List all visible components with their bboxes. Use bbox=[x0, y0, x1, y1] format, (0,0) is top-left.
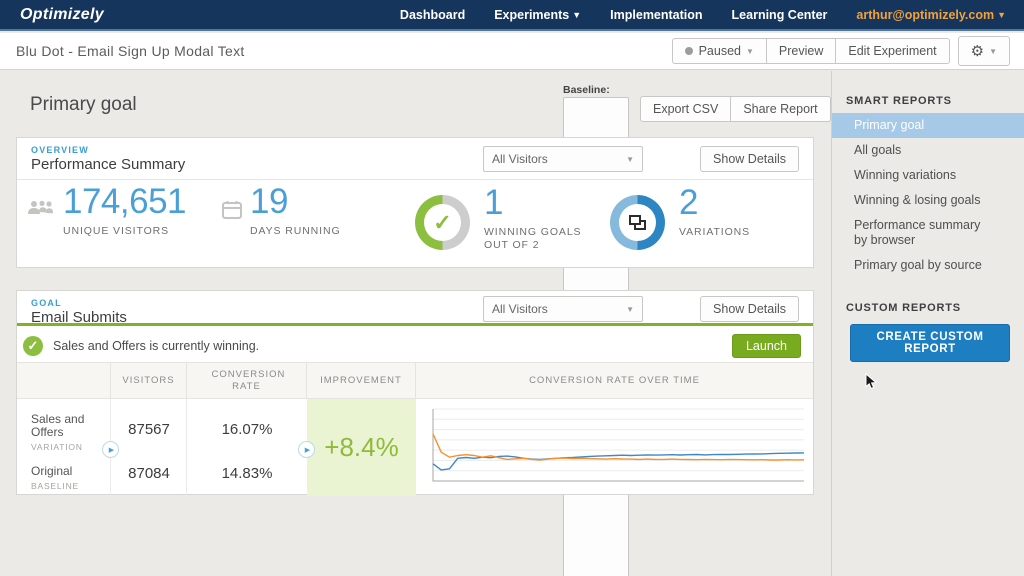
days-running-value: 19 bbox=[250, 182, 288, 221]
sidebar-item-performance-by-browser[interactable]: Performance summary by browser bbox=[832, 213, 1024, 253]
nav-implementation[interactable]: Implementation bbox=[610, 8, 702, 22]
improvement-cell: +8.4% bbox=[307, 399, 416, 496]
experiment-toolbar: Blu Dot - Email Sign Up Modal Text Pause… bbox=[0, 33, 1024, 70]
preview-button[interactable]: Preview bbox=[765, 38, 836, 64]
create-custom-report-button[interactable]: CREATE CUSTOM REPORT bbox=[850, 324, 1010, 362]
top-nav: Optimizely Dashboard Experiments ▼ Implem… bbox=[0, 0, 1024, 31]
goal-kicker: GOAL bbox=[31, 298, 62, 308]
overview-panel-header: OVERVIEW Performance Summary All Visitor… bbox=[17, 138, 813, 180]
overview-kicker: OVERVIEW bbox=[31, 145, 89, 155]
sidebar-item-primary-goal-by-source[interactable]: Primary goal by source bbox=[832, 253, 1024, 278]
winner-banner: ✓ Sales and Offers is currently winning.… bbox=[17, 329, 813, 363]
settings-gear-button[interactable]: ⚙ ▼ bbox=[957, 36, 1010, 66]
chevron-down-icon: ▼ bbox=[746, 47, 754, 56]
mouse-cursor bbox=[865, 372, 878, 396]
results-table-header: VISITORS CONVERSION RATE IMPROVEMENT CON… bbox=[17, 363, 813, 399]
people-icon bbox=[27, 200, 55, 238]
column-header-visitors: VISITORS bbox=[111, 363, 187, 399]
table-row-variation-name: Sales and Offers VARIATION bbox=[31, 413, 111, 454]
launch-button[interactable]: Launch bbox=[731, 333, 801, 358]
variation-visitors-value: 87567 bbox=[128, 421, 170, 438]
variations-stat: 2 VARIATIONS bbox=[610, 183, 799, 250]
results-table: VISITORS CONVERSION RATE IMPROVEMENT CON… bbox=[17, 363, 813, 496]
unique-visitors-value: 174,651 bbox=[63, 182, 187, 221]
unique-visitors-label: UNIQUE VISITORS bbox=[63, 225, 170, 237]
chevron-down-icon: ▼ bbox=[572, 9, 582, 20]
variations-donut bbox=[610, 195, 665, 250]
variations-value: 2 bbox=[679, 183, 698, 222]
chevron-down-icon: ▼ bbox=[626, 154, 634, 164]
days-running-stat: 19 DAYS RUNNING bbox=[222, 182, 341, 238]
nav-items: Dashboard Experiments ▼ Implementation Le… bbox=[400, 8, 1006, 22]
goal-show-details-button[interactable]: Show Details bbox=[700, 296, 799, 322]
optimizely-logo: Optimizely bbox=[20, 5, 104, 23]
column-header-conversion-rate: CONVERSION RATE bbox=[187, 363, 307, 399]
winning-goals-stat: ✓ 1 WINNING GOALS OUT OF 2 bbox=[415, 183, 604, 252]
chevron-down-icon: ▼ bbox=[626, 304, 634, 314]
baseline-visitors-value: 87084 bbox=[128, 465, 170, 482]
expand-visitors-button[interactable]: ▶ bbox=[102, 441, 119, 458]
check-icon: ✓ bbox=[433, 209, 452, 235]
unique-visitors-stat: 174,651 UNIQUE VISITORS bbox=[27, 182, 187, 238]
baseline-tag: BASELINE bbox=[31, 481, 79, 491]
sidebar-item-all-goals[interactable]: All goals bbox=[832, 138, 1024, 163]
days-running-label: DAYS RUNNING bbox=[250, 225, 341, 237]
experiment-title: Blu Dot - Email Sign Up Modal Text bbox=[16, 43, 245, 59]
trend-line-chart-svg bbox=[432, 408, 805, 482]
page-title: Primary goal bbox=[30, 94, 137, 115]
winning-goals-value: 1 bbox=[484, 183, 503, 222]
overview-segment-select[interactable]: All Visitors ▼ bbox=[483, 146, 643, 172]
variation-conversion-rate-value: 16.07% bbox=[221, 421, 273, 438]
gear-icon: ⚙ bbox=[970, 43, 985, 60]
nav-learning-center[interactable]: Learning Center bbox=[732, 8, 828, 22]
winning-goals-donut: ✓ bbox=[415, 195, 470, 250]
reports-sidebar: SMART REPORTS Primary goal All goals Win… bbox=[831, 71, 1024, 576]
variation-tag: VARIATION bbox=[31, 442, 83, 452]
optimizely-results-page: Optimizely Dashboard Experiments ▼ Implem… bbox=[0, 0, 1024, 576]
smart-reports-heading: SMART REPORTS bbox=[846, 95, 952, 107]
baseline-conversion-rate-value: 14.83% bbox=[221, 465, 273, 482]
winner-check-icon: ✓ bbox=[23, 335, 43, 356]
nav-experiments[interactable]: Experiments ▼ bbox=[494, 8, 581, 22]
chevron-down-icon: ▼ bbox=[989, 47, 997, 56]
play-icon: ▶ bbox=[108, 446, 115, 454]
chevron-down-icon: ▼ bbox=[997, 9, 1006, 20]
email-submits-goal-panel: GOAL Email Submits All Visitors ▼ Show De… bbox=[16, 290, 814, 496]
nav-dashboard[interactable]: Dashboard bbox=[400, 8, 465, 22]
goal-panel-header: GOAL Email Submits All Visitors ▼ Show De… bbox=[17, 291, 813, 326]
paused-status-dot bbox=[684, 47, 693, 55]
expand-rate-button[interactable]: ▶ bbox=[298, 441, 315, 458]
variations-icon bbox=[629, 215, 646, 230]
overview-title: Performance Summary bbox=[31, 156, 186, 173]
variations-label: VARIATIONS bbox=[679, 226, 751, 238]
sidebar-item-winning-losing-goals[interactable]: Winning & losing goals bbox=[832, 188, 1024, 213]
overview-show-details-button[interactable]: Show Details bbox=[700, 146, 799, 172]
share-report-button[interactable]: Share Report bbox=[730, 96, 831, 122]
conversion-rate-chart bbox=[416, 399, 813, 496]
calendar-icon bbox=[222, 200, 242, 238]
column-header-chart: CONVERSION RATE OVER TIME bbox=[529, 375, 700, 386]
export-csv-button[interactable]: Export CSV bbox=[640, 96, 731, 122]
winning-goals-label: WINNING GOALS OUT OF 2 bbox=[484, 226, 582, 251]
column-header-name bbox=[17, 363, 111, 399]
table-row-baseline-name: Original BASELINE bbox=[31, 465, 111, 493]
sidebar-item-winning-variations[interactable]: Winning variations bbox=[832, 163, 1024, 188]
column-header-improvement: IMPROVEMENT bbox=[307, 363, 416, 399]
edit-experiment-button[interactable]: Edit Experiment bbox=[835, 38, 950, 64]
winner-message: Sales and Offers is currently winning. bbox=[53, 338, 260, 353]
status-paused-button[interactable]: Paused ▼ bbox=[671, 38, 766, 64]
sidebar-item-primary-goal[interactable]: Primary goal bbox=[832, 113, 1024, 138]
baseline-label: Baseline: bbox=[563, 84, 610, 96]
play-icon: ▶ bbox=[304, 446, 311, 454]
custom-reports-heading: CUSTOM REPORTS bbox=[846, 302, 961, 314]
goal-segment-select[interactable]: All Visitors ▼ bbox=[483, 296, 643, 322]
nav-account-menu[interactable]: arthur@optimizely.com ▼ bbox=[856, 8, 1006, 22]
results-table-body: Sales and Offers VARIATION 87567 16.07% … bbox=[17, 399, 813, 496]
goal-title: Email Submits bbox=[31, 309, 127, 326]
